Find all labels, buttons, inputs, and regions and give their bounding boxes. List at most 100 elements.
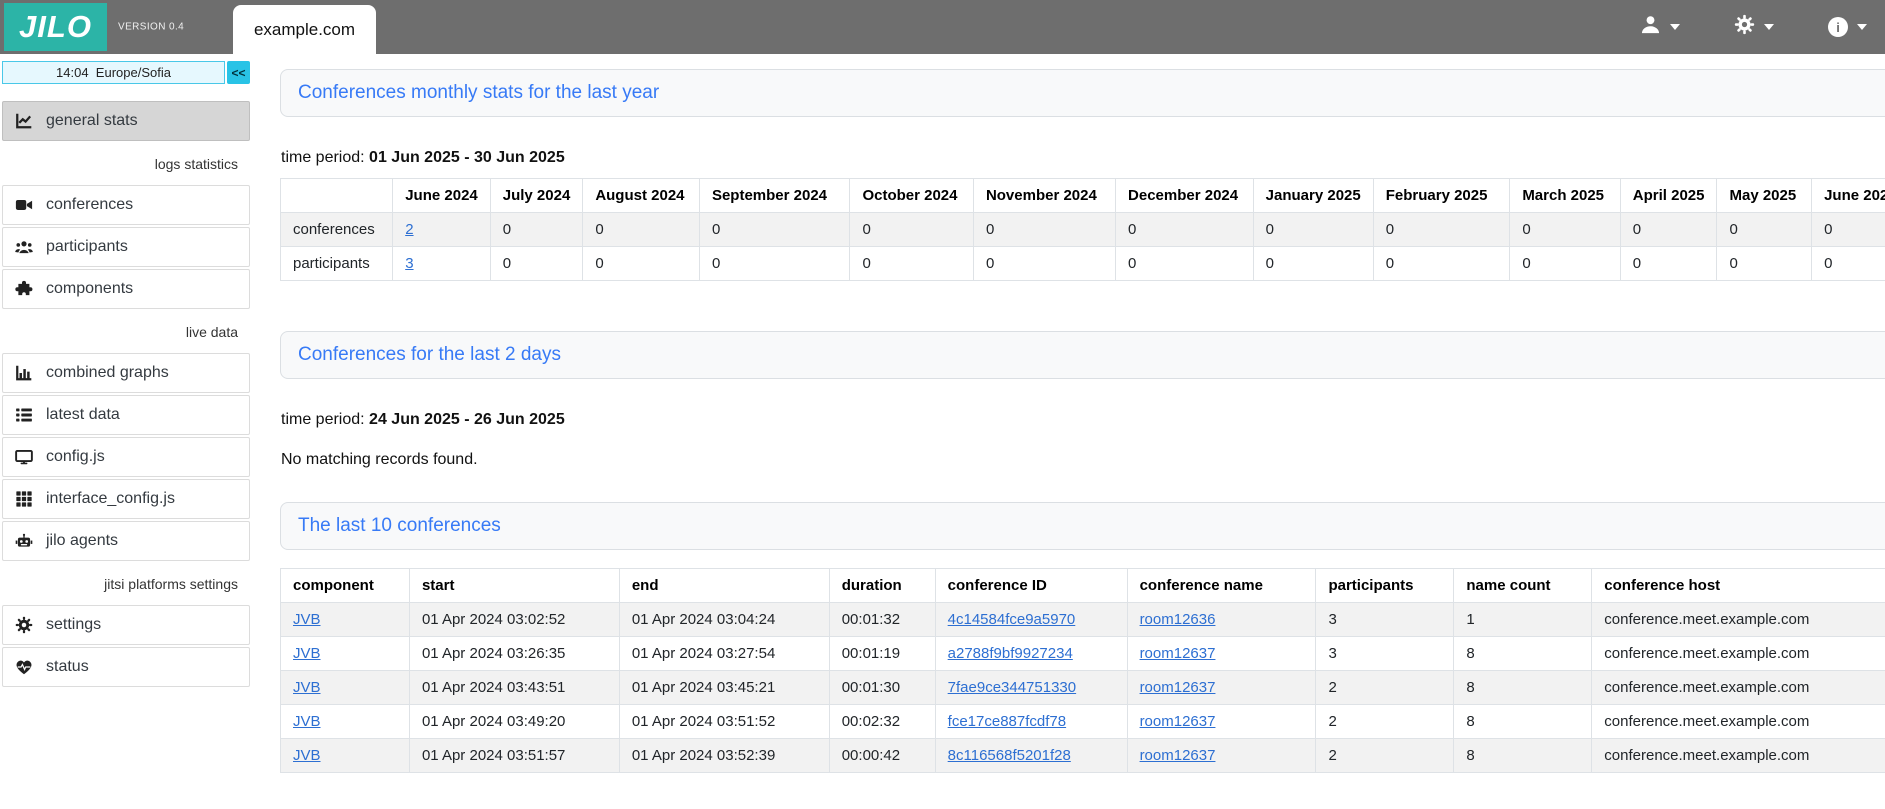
sidebar-item-participants[interactable]: participants bbox=[2, 227, 250, 267]
table-cell: 01 Apr 2024 03:49:20 bbox=[409, 705, 619, 739]
monthly-header-row: June 2024 July 2024 August 2024 Septembe… bbox=[281, 179, 1885, 213]
table-header: component bbox=[281, 569, 410, 603]
conference-id-link[interactable]: fce17ce887fcdf78 bbox=[948, 713, 1066, 730]
component-link[interactable]: JVB bbox=[293, 645, 321, 662]
puzzle-piece-icon bbox=[14, 280, 33, 298]
table-header-blank bbox=[281, 179, 393, 213]
conference-id-link[interactable]: a2788f9bf9927234 bbox=[948, 645, 1073, 662]
table-cell: 0 bbox=[583, 213, 700, 247]
time-period-value: 24 Jun 2025 - 26 Jun 2025 bbox=[369, 411, 565, 428]
time-period-monthly: time period: 01 Jun 2025 - 30 Jun 2025 bbox=[281, 149, 1885, 167]
table-cell: fce17ce887fcdf78 bbox=[935, 705, 1127, 739]
sidebar-item-label: general stats bbox=[46, 112, 138, 130]
table-cell: 01 Apr 2024 03:52:39 bbox=[619, 739, 829, 773]
info-menu[interactable]: i bbox=[1826, 13, 1869, 41]
component-link[interactable]: JVB bbox=[293, 679, 321, 696]
sidebar-item-conferences[interactable]: conferences bbox=[2, 185, 250, 225]
table-cell: 3 bbox=[1316, 603, 1454, 637]
table-cell: room12637 bbox=[1127, 705, 1316, 739]
table-cell: 0 bbox=[1253, 213, 1373, 247]
chart-column-icon bbox=[14, 364, 33, 382]
table-cell: 0 bbox=[1620, 247, 1717, 281]
table-cell: room12637 bbox=[1127, 739, 1316, 773]
table-cell: 0 bbox=[1116, 247, 1254, 281]
sidebar-item-interface-config-js[interactable]: interface_config.js bbox=[2, 479, 250, 519]
sidebar-item-label: participants bbox=[46, 238, 128, 256]
heart-pulse-icon bbox=[14, 658, 33, 676]
sidebar-collapse-button[interactable]: << bbox=[227, 61, 250, 84]
table-cell: conference.meet.example.com bbox=[1592, 671, 1885, 705]
table-cell: 8c116568f5201f28 bbox=[935, 739, 1127, 773]
table-cell: 0 bbox=[850, 213, 974, 247]
sidebar-item-general-stats[interactable]: general stats bbox=[2, 101, 250, 141]
conference-id-link[interactable]: 7fae9ce344751330 bbox=[948, 679, 1076, 696]
table-cell: 00:01:32 bbox=[829, 603, 935, 637]
sidebar-item-jilo-agents[interactable]: jilo agents bbox=[2, 521, 250, 561]
table-cell: 00:01:30 bbox=[829, 671, 935, 705]
clock-display: 14:04 Europe/Sofia bbox=[2, 61, 225, 84]
time-period-recent: time period: 24 Jun 2025 - 26 Jun 2025 bbox=[281, 411, 1885, 429]
conference-name-link[interactable]: room12637 bbox=[1140, 747, 1216, 764]
conference-name-link[interactable]: room12637 bbox=[1140, 645, 1216, 662]
user-menu[interactable] bbox=[1638, 10, 1682, 44]
table-cell: JVB bbox=[281, 637, 410, 671]
table-cell: 0 bbox=[490, 247, 583, 281]
page-body: 14:04 Europe/Sofia << general stats logs… bbox=[0, 54, 1885, 773]
top-bar: JILO VERSION 0.4 example.com bbox=[0, 0, 1885, 54]
sidebar-item-label: components bbox=[46, 280, 133, 298]
caret-down-icon bbox=[1670, 24, 1680, 30]
table-cell: 2 bbox=[1316, 705, 1454, 739]
table-cell: JVB bbox=[281, 603, 410, 637]
table-cell: 0 bbox=[1717, 247, 1812, 281]
component-link[interactable]: JVB bbox=[293, 747, 321, 764]
table-row: JVB 01 Apr 2024 03:26:35 01 Apr 2024 03:… bbox=[281, 637, 1885, 671]
table-header: name count bbox=[1454, 569, 1592, 603]
section-label-live: live data bbox=[2, 311, 250, 353]
table-cell: 0 bbox=[1812, 247, 1885, 281]
table-header-month: September 2024 bbox=[699, 179, 849, 213]
table-header: conference host bbox=[1592, 569, 1885, 603]
sidebar-item-latest-data[interactable]: latest data bbox=[2, 395, 250, 435]
sidebar-item-config-js[interactable]: config.js bbox=[2, 437, 250, 477]
table-header-month: June 2025 bbox=[1812, 179, 1885, 213]
table-cell: 0 bbox=[1717, 213, 1812, 247]
robot-icon bbox=[14, 532, 33, 550]
table-cell: 0 bbox=[1510, 213, 1620, 247]
table-header-month: December 2024 bbox=[1116, 179, 1254, 213]
caret-down-icon bbox=[1857, 24, 1867, 30]
user-icon bbox=[1640, 14, 1661, 40]
sidebar-item-status[interactable]: status bbox=[2, 647, 250, 687]
sidebar-item-label: combined graphs bbox=[46, 364, 169, 382]
conference-id-link[interactable]: 4c14584fce9a5970 bbox=[948, 611, 1076, 628]
table-cell: 0 bbox=[583, 247, 700, 281]
conferences-count-link[interactable]: 2 bbox=[405, 221, 413, 238]
table-cell: 7fae9ce344751330 bbox=[935, 671, 1127, 705]
conference-name-link[interactable]: room12637 bbox=[1140, 713, 1216, 730]
settings-menu[interactable] bbox=[1732, 10, 1776, 44]
logo-text: JILO bbox=[19, 9, 92, 45]
table-cell: room12637 bbox=[1127, 637, 1316, 671]
table-cell: 8 bbox=[1454, 705, 1592, 739]
table-header: participants bbox=[1316, 569, 1454, 603]
sidebar-item-label: interface_config.js bbox=[46, 490, 175, 508]
conference-id-link[interactable]: 8c116568f5201f28 bbox=[948, 747, 1071, 764]
card-header-monthly-stats: Conferences monthly stats for the last y… bbox=[280, 69, 1885, 117]
conference-name-link[interactable]: room12637 bbox=[1140, 679, 1216, 696]
component-link[interactable]: JVB bbox=[293, 713, 321, 730]
table-cell: 0 bbox=[1620, 213, 1717, 247]
users-icon bbox=[14, 238, 33, 256]
participants-count-link[interactable]: 3 bbox=[405, 255, 413, 272]
table-header: duration bbox=[829, 569, 935, 603]
tab-example-com[interactable]: example.com bbox=[233, 5, 376, 54]
sidebar-item-settings[interactable]: settings bbox=[2, 605, 250, 645]
component-link[interactable]: JVB bbox=[293, 611, 321, 628]
sidebar-item-label: settings bbox=[46, 616, 101, 634]
sidebar-item-components[interactable]: components bbox=[2, 269, 250, 309]
table-cell: 0 bbox=[699, 213, 849, 247]
conference-name-link[interactable]: room12636 bbox=[1140, 611, 1216, 628]
section-label-jitsi: jitsi platforms settings bbox=[2, 563, 250, 605]
logo[interactable]: JILO bbox=[4, 3, 107, 51]
main-content: Conferences monthly stats for the last y… bbox=[280, 54, 1885, 773]
sidebar-item-combined-graphs[interactable]: combined graphs bbox=[2, 353, 250, 393]
table-cell: 8 bbox=[1454, 739, 1592, 773]
